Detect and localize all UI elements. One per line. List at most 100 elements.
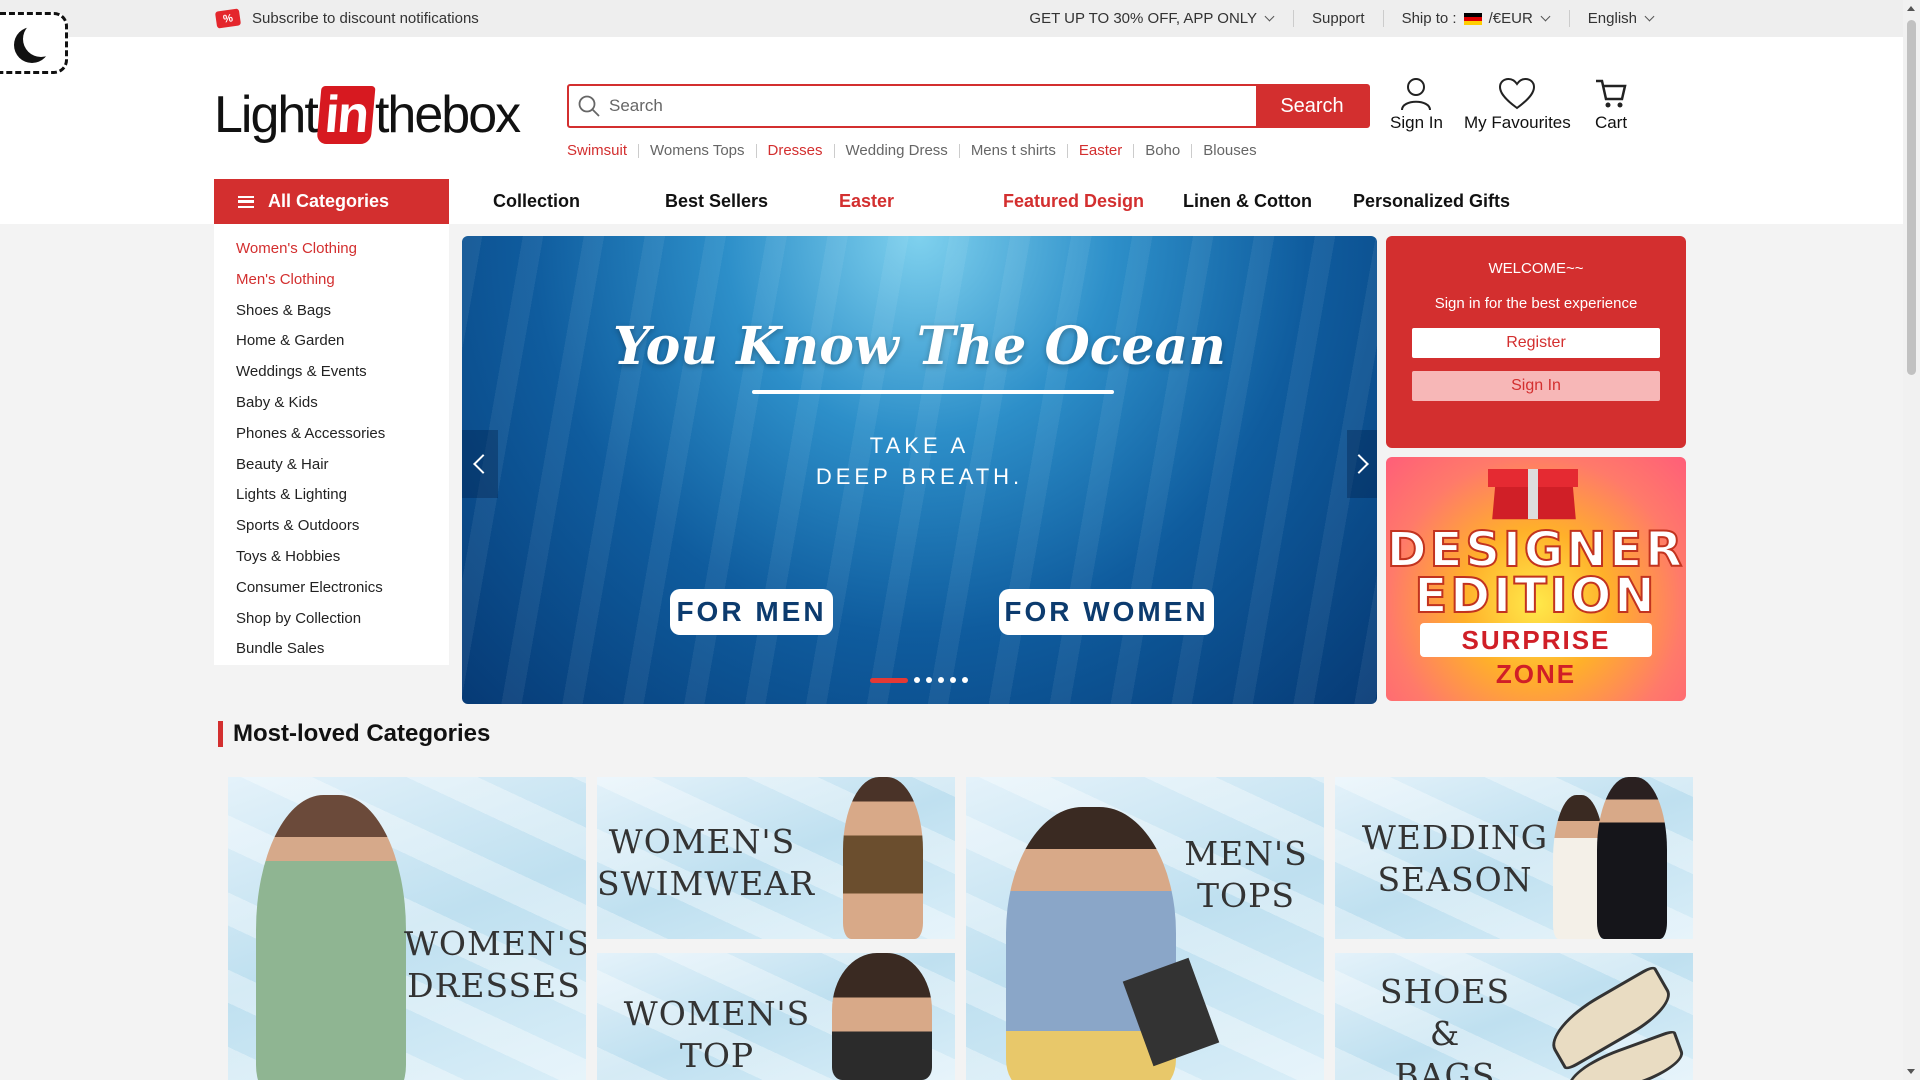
sidebar-item[interactable]: Bundle Sales	[214, 636, 449, 667]
search-button[interactable]: Search	[1256, 86, 1368, 126]
banner-subtitle-line1: TAKE A	[869, 433, 970, 458]
favourites-label: My Favourites	[1464, 113, 1571, 132]
tile-label: WOMEN'S TOP	[623, 994, 811, 1075]
user-icon	[1401, 78, 1432, 111]
sidebar-item[interactable]: Phones & Accessories	[214, 421, 449, 452]
logo-text-mid: in	[316, 86, 376, 144]
tile-mens-tops[interactable]: MEN'S TOPS	[966, 777, 1324, 1080]
support-link[interactable]: Support	[1293, 10, 1383, 27]
hot-search-link[interactable]: Womens Tops	[638, 143, 756, 158]
tile-label: WOMEN'S DRESSES	[404, 924, 586, 1005]
section-heading: Most-loved Categories	[218, 721, 490, 747]
banner-pagination	[870, 677, 968, 683]
nav-link-easter[interactable]: Easter	[839, 191, 1003, 212]
nav-link-linen-cotton[interactable]: Linen & Cotton	[1183, 191, 1353, 212]
sidebar-item[interactable]: Consumer Electronics	[214, 575, 449, 606]
sidebar-item[interactable]: Sports & Outdoors	[214, 513, 449, 544]
cart-button[interactable]: Cart	[1594, 77, 1628, 133]
pagination-dot[interactable]	[962, 677, 968, 683]
designer-title: DESIGNER EDITION	[1386, 522, 1686, 624]
site-logo[interactable]: Light in thebox	[214, 85, 521, 145]
all-categories-button[interactable]: All Categories	[214, 179, 449, 224]
pagination-dot[interactable]	[926, 677, 932, 683]
tile-womens-dresses[interactable]: WOMEN'S DRESSES	[228, 777, 586, 1080]
sign-in-button[interactable]: Sign In	[1390, 77, 1443, 133]
hot-search-link[interactable]: Mens t shirts	[958, 143, 1067, 158]
tile-label: WOMEN'S SWIMWEAR	[597, 822, 816, 903]
hot-search-link[interactable]: Boho	[1133, 143, 1191, 158]
sidebar-item[interactable]: Men's Clothing	[214, 267, 449, 298]
sidebar-item[interactable]: Baby & Kids	[214, 390, 449, 421]
banner-prev-button[interactable]	[462, 430, 498, 498]
sidebar-item[interactable]: Lights & Lighting	[214, 482, 449, 513]
pagination-dot[interactable]	[938, 677, 944, 683]
tile-wedding-season[interactable]: WEDDING SEASON	[1335, 777, 1693, 939]
hot-search-link[interactable]: Wedding Dress	[833, 143, 959, 158]
heart-icon	[1499, 77, 1536, 110]
ship-to-label: Ship to :	[1401, 10, 1457, 27]
nav-link-personalized-gifts[interactable]: Personalized Gifts	[1353, 191, 1533, 212]
gift-box-icon	[1486, 459, 1578, 520]
chevron-left-icon	[473, 454, 493, 474]
currency-text: /€EUR	[1488, 10, 1533, 27]
for-women-button[interactable]: FOR WOMEN	[999, 589, 1214, 635]
register-button[interactable]: Register	[1412, 328, 1660, 358]
for-men-button[interactable]: FOR MEN	[670, 589, 833, 635]
subscribe-link[interactable]: % Subscribe to discount notifications	[214, 8, 479, 29]
search-input[interactable]	[609, 86, 1256, 126]
designer-edition-banner[interactable]: DESIGNER EDITION SURPRISE ZONE	[1386, 457, 1686, 701]
sidebar-item[interactable]: Shop by Collection	[214, 606, 449, 637]
ship-to-selector[interactable]: Ship to : /€EUR	[1382, 10, 1569, 27]
model-image	[256, 795, 406, 1080]
chevron-down-icon	[1540, 11, 1551, 22]
app-promo-dropdown[interactable]: GET UP TO 30% OFF, APP ONLY	[1011, 10, 1293, 27]
pagination-dot[interactable]	[914, 677, 920, 683]
sidebar-item[interactable]: Shoes & Bags	[214, 298, 449, 329]
sidebar-item[interactable]: Weddings & Events	[214, 359, 449, 390]
tile-womens-top[interactable]: WOMEN'S TOP	[597, 953, 955, 1080]
designer-line2: EDITION	[1413, 568, 1658, 624]
logo-text-left: Light	[214, 86, 319, 144]
banner-subtitle: TAKE A DEEP BREATH.	[462, 430, 1377, 492]
moon-icon	[23, 21, 59, 57]
chevron-right-icon	[1349, 454, 1369, 474]
hot-searches: Swimsuit Womens Tops Dresses Wedding Dress M…	[567, 143, 1268, 158]
nav-link-collection[interactable]: Collection	[493, 191, 665, 212]
hot-search-link[interactable]: Swimsuit	[567, 143, 638, 158]
hot-search-link[interactable]: Easter	[1066, 143, 1133, 158]
scroll-down-arrow-icon[interactable]	[1907, 1069, 1915, 1074]
category-sidebar: Women's Clothing Men's Clothing Shoes & Ba…	[214, 224, 449, 665]
page-scrollbar[interactable]	[1903, 0, 1920, 1080]
nav-link-best-sellers[interactable]: Best Sellers	[665, 191, 839, 212]
welcome-sign-in-button[interactable]: Sign In	[1412, 371, 1660, 401]
chevron-down-icon	[1264, 11, 1275, 22]
all-categories-label: All Categories	[268, 191, 390, 211]
designer-line1: DESIGNER	[1386, 522, 1686, 578]
scrollbar-thumb[interactable]	[1907, 20, 1916, 375]
pagination-dot[interactable]	[950, 677, 956, 683]
scroll-up-arrow-icon[interactable]	[1907, 6, 1915, 11]
language-text: English	[1587, 10, 1637, 27]
tile-shoes-bags[interactable]: SHOES & BAGS	[1335, 953, 1693, 1080]
banner-next-button[interactable]	[1347, 430, 1377, 498]
cart-label: Cart	[1594, 113, 1628, 132]
language-selector[interactable]: English	[1568, 10, 1673, 27]
hot-search-link[interactable]: Blouses	[1191, 143, 1267, 158]
cart-icon	[1596, 79, 1627, 108]
sidebar-item[interactable]: Women's Clothing	[214, 236, 449, 267]
dark-mode-toggle[interactable]	[0, 12, 68, 74]
sidebar-item[interactable]: Home & Garden	[214, 328, 449, 359]
hero-banner[interactable]: You Know The Ocean TAKE A DEEP BREATH. F…	[462, 236, 1377, 704]
support-text: Support	[1312, 10, 1365, 27]
hot-search-link[interactable]: Dresses	[755, 143, 834, 158]
sidebar-item[interactable]: Beauty & Hair	[214, 452, 449, 483]
site-header: Lightinthebox Search SwimsuitWomens Tops…	[0, 37, 1903, 224]
sidebar-item[interactable]: Toys & Hobbies	[214, 544, 449, 575]
pagination-dot[interactable]	[870, 677, 908, 683]
app-promo-text: GET UP TO 30% OFF, APP ONLY	[1029, 10, 1258, 27]
nav-link-featured-design[interactable]: Featured Design	[1003, 191, 1183, 212]
tile-womens-swimwear[interactable]: WOMEN'S SWIMWEAR	[597, 777, 955, 939]
tile-label: WEDDING SEASON	[1361, 818, 1549, 899]
favourites-button[interactable]: My Favourites	[1464, 77, 1571, 133]
tile-label: SHOES & BAGS	[1379, 972, 1511, 1080]
